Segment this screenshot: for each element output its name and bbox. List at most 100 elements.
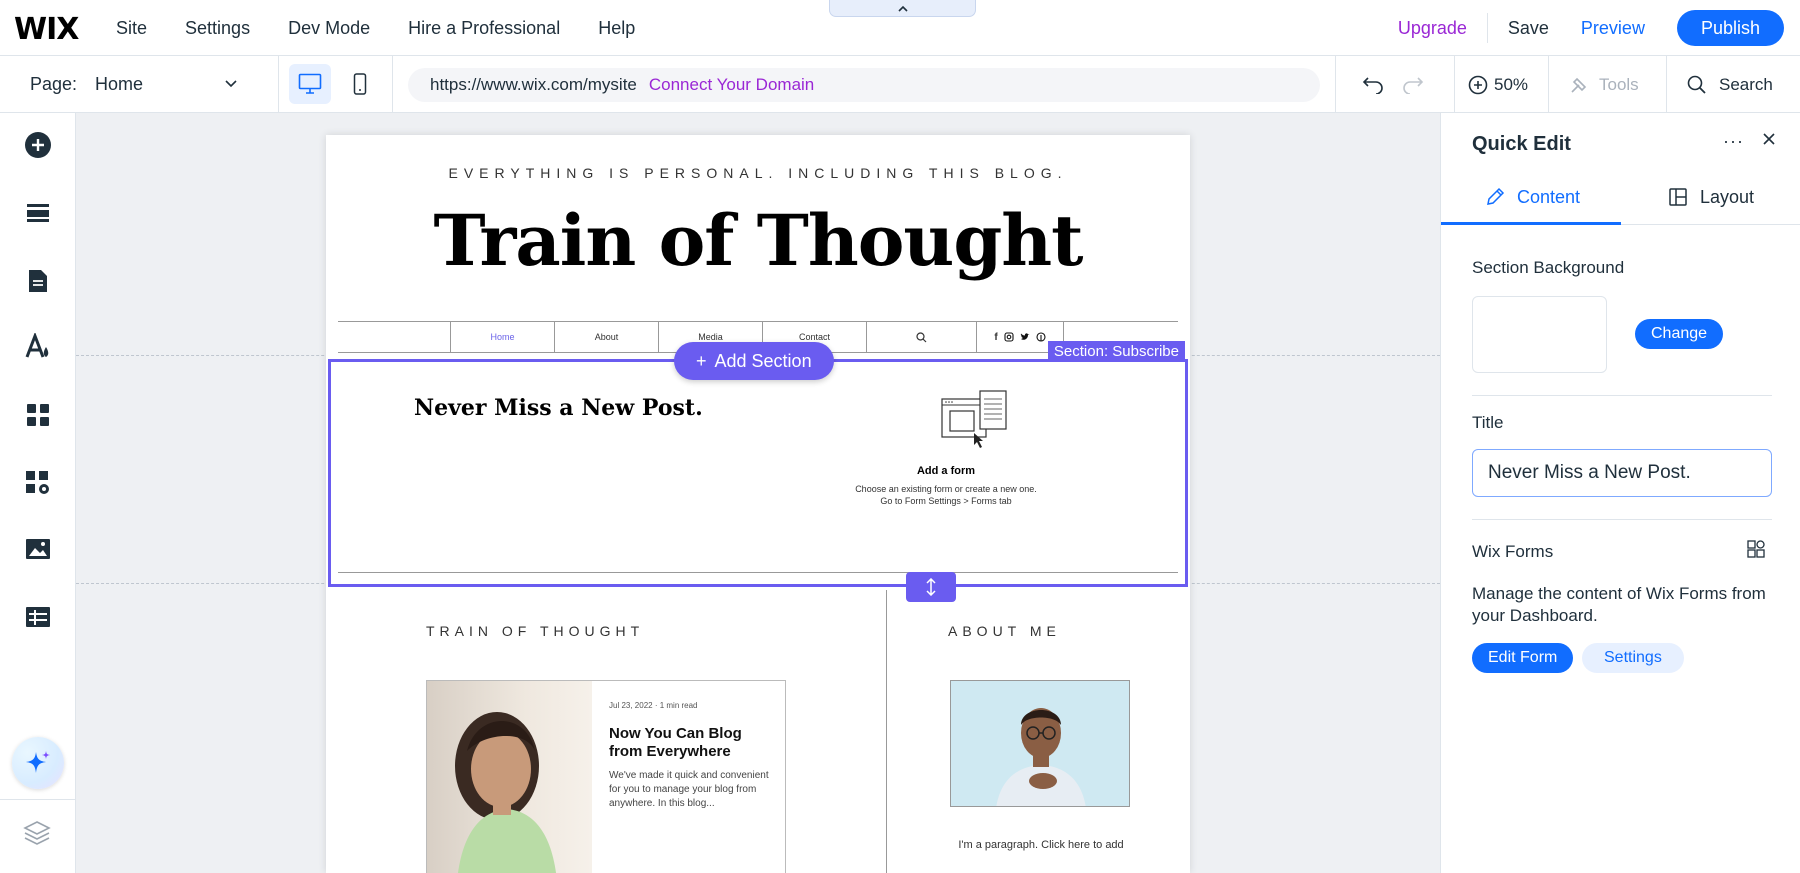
subscribe-title[interactable]: Never Miss a New Post. [414,395,703,421]
mobile-view-button[interactable] [339,64,381,104]
form-illustration-icon[interactable] [940,389,1010,451]
add-form-line-2: Go to Form Settings > Forms tab [880,496,1012,506]
wix-forms-label: Wix Forms [1472,542,1554,561]
instagram-icon[interactable] [1004,332,1014,342]
editor-canvas[interactable]: EVERYTHING IS PERSONAL. INCLUDING THIS B… [76,113,1440,873]
upgrade-link[interactable]: Upgrade [1398,18,1487,39]
search-button[interactable]: Search [1687,56,1773,113]
more-options-icon[interactable]: ··· [1723,131,1744,152]
tab-content[interactable]: Content [1485,169,1580,225]
media-button[interactable] [22,533,54,565]
chevron-down-icon [225,80,237,88]
menu-hire-professional[interactable]: Hire a Professional [408,18,560,39]
top-nav: Site Settings Dev Mode Hire a Profession… [116,0,635,56]
preview-button[interactable]: Preview [1581,18,1677,39]
undo-icon[interactable] [1362,74,1384,94]
tools-icon [1571,77,1587,93]
twitter-icon[interactable] [1020,332,1030,342]
site-search[interactable] [866,322,976,352]
add-section-label: Add Section [714,350,812,371]
about-me-image[interactable] [950,680,1130,807]
editor-toolbar: Page: Home https://www.wix.com/mysite Co… [0,56,1800,113]
wix-logo[interactable]: WIX [14,12,79,47]
wix-forms-description: Manage the content of Wix Forms from you… [1472,584,1766,625]
add-section-button[interactable]: + Add Section [674,342,834,380]
blog-post-title[interactable]: Now You Can Blog from Everywhere [609,725,769,761]
divider [278,56,279,113]
menu-settings[interactable]: Settings [185,18,250,39]
title-input[interactable] [1472,449,1772,497]
pages-button[interactable] [22,265,54,297]
form-settings-button[interactable]: Settings [1582,643,1684,673]
site-nav-about[interactable]: About [554,322,658,352]
pinterest-icon[interactable] [1036,332,1046,342]
site-page[interactable]: EVERYTHING IS PERSONAL. INCLUDING THIS B… [326,135,1190,873]
desktop-view-button[interactable] [289,64,331,104]
tab-layout[interactable]: Layout [1668,169,1754,225]
add-elements-button[interactable] [22,129,54,161]
save-button[interactable]: Save [1488,18,1581,39]
cms-button[interactable] [22,601,54,633]
media-icon [26,539,50,559]
forms-app-icon[interactable] [1747,540,1765,558]
man-portrait-icon [996,708,1086,806]
zoom-control[interactable]: 50% [1468,56,1528,113]
sections-button[interactable] [22,197,54,229]
layout-icon [1669,188,1687,206]
about-heading[interactable]: ABOUT ME [948,623,1061,639]
menu-site[interactable]: Site [116,18,147,39]
search-icon [1687,75,1706,94]
site-design-button[interactable] [22,331,54,363]
blog-heading[interactable]: TRAIN OF THOUGHT [426,623,644,639]
business-tools-icon [26,471,49,494]
divider [392,56,393,113]
redo-icon[interactable] [1402,74,1424,94]
menu-help[interactable]: Help [598,18,635,39]
mobile-icon [353,73,367,95]
add-form-title: Add a form [916,465,976,477]
tools-button[interactable]: Tools [1569,56,1639,113]
menu-dev-mode[interactable]: Dev Mode [288,18,370,39]
blog-post-card[interactable]: Jul 23, 2022 · 1 min read Now You Can Bl… [426,680,786,873]
divider [1666,56,1667,113]
zoom-level: 50% [1494,74,1529,94]
top-actions: Upgrade Save Preview Publish [1398,0,1800,56]
layers-icon[interactable] [22,819,52,847]
background-preview[interactable] [1472,296,1607,373]
publish-button[interactable]: Publish [1676,10,1784,46]
page-selector[interactable]: Page: Home [30,56,237,113]
facebook-icon[interactable]: f [994,332,997,343]
connect-domain-link[interactable]: Connect Your Domain [649,75,814,95]
site-design-icon [25,333,49,358]
title-label: Title [1472,413,1504,432]
business-tools-button[interactable] [22,467,54,499]
apps-button[interactable] [22,399,54,431]
apps-icon [27,404,49,426]
about-paragraph[interactable]: I'm a paragraph. Click here to add [906,839,1176,851]
collapse-topbar-button[interactable] [829,0,976,17]
cms-icon [26,607,50,627]
subscribe-section[interactable]: Section: Subscribe [328,341,1188,587]
divider [0,799,76,800]
ai-assistant-button[interactable] [12,737,64,789]
close-icon[interactable] [1761,131,1777,147]
pages-icon [29,270,47,292]
page-label: Page: [30,74,78,94]
site-nav-home[interactable]: Home [450,322,554,352]
section-resize-handle[interactable] [906,572,956,602]
chevron-up-icon [897,5,908,12]
section-background-label: Section Background [1472,258,1625,277]
page-value: Home [95,74,144,94]
site-tagline[interactable]: EVERYTHING IS PERSONAL. INCLUDING THIS B… [326,165,1190,181]
active-tab-indicator [1441,222,1621,225]
add-elements-icon [25,132,51,158]
top-bar: WIX Site Settings Dev Mode Hire a Profes… [0,0,1800,56]
site-url: https://www.wix.com/mysite [430,75,637,94]
edit-form-button[interactable]: Edit Form [1472,643,1574,673]
divider [1335,56,1336,113]
url-bar: https://www.wix.com/mysite Connect Your … [408,68,1320,102]
column-divider [886,590,887,873]
site-title[interactable]: Train of Thought [326,199,1190,282]
panel-title: Quick Edit [1472,133,1571,155]
change-background-button[interactable]: Change [1635,319,1724,349]
